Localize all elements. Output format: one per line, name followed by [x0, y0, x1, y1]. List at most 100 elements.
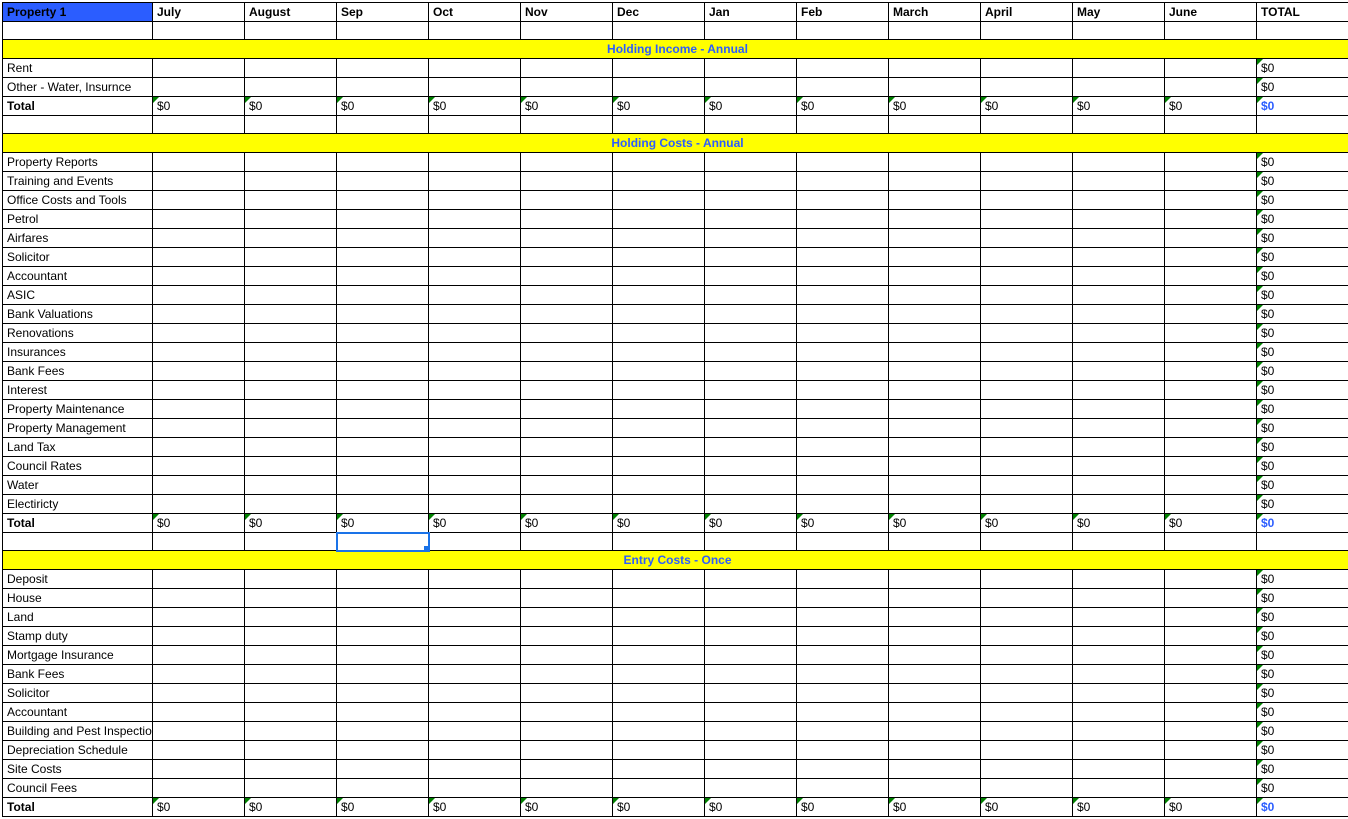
total-month-4[interactable]: $0 — [521, 798, 613, 817]
row-label[interactable]: Rent — [3, 59, 153, 78]
cell[interactable] — [889, 589, 981, 608]
cell[interactable] — [1073, 267, 1165, 286]
cell[interactable] — [889, 400, 981, 419]
cell[interactable] — [613, 495, 705, 514]
cell[interactable] — [797, 191, 889, 210]
cell[interactable] — [337, 589, 429, 608]
cell[interactable] — [1073, 703, 1165, 722]
cell[interactable] — [1165, 210, 1257, 229]
cell[interactable] — [889, 191, 981, 210]
cell[interactable] — [981, 400, 1073, 419]
cell[interactable] — [797, 684, 889, 703]
total-grand[interactable]: $0 — [1257, 97, 1348, 116]
cell[interactable] — [1165, 476, 1257, 495]
total-month-2[interactable]: $0 — [337, 798, 429, 817]
total-month-7[interactable]: $0 — [797, 798, 889, 817]
cell[interactable] — [981, 457, 1073, 476]
row-label[interactable]: ASIC — [3, 286, 153, 305]
cell[interactable] — [797, 741, 889, 760]
cell[interactable] — [521, 722, 613, 741]
cell[interactable] — [337, 495, 429, 514]
cell[interactable] — [981, 343, 1073, 362]
row-total[interactable]: $0 — [1257, 210, 1348, 229]
cell[interactable] — [705, 665, 797, 684]
cell[interactable] — [797, 476, 889, 495]
cell[interactable] — [521, 741, 613, 760]
cell[interactable] — [981, 210, 1073, 229]
row-total[interactable]: $0 — [1257, 78, 1348, 97]
cell[interactable] — [889, 116, 981, 134]
cell[interactable] — [981, 229, 1073, 248]
cell[interactable] — [797, 665, 889, 684]
cell[interactable] — [981, 684, 1073, 703]
cell[interactable] — [337, 476, 429, 495]
cell[interactable] — [797, 116, 889, 134]
cell[interactable] — [889, 286, 981, 305]
cell[interactable] — [153, 400, 245, 419]
cell[interactable] — [889, 172, 981, 191]
cell[interactable] — [889, 419, 981, 438]
cell[interactable] — [429, 343, 521, 362]
cell[interactable] — [429, 362, 521, 381]
cell[interactable] — [245, 362, 337, 381]
cell[interactable] — [337, 59, 429, 78]
total-month-9[interactable]: $0 — [981, 798, 1073, 817]
total-month-5[interactable]: $0 — [613, 97, 705, 116]
cell[interactable] — [1165, 22, 1257, 40]
cell[interactable] — [981, 627, 1073, 646]
cell[interactable] — [1165, 760, 1257, 779]
cell[interactable] — [889, 59, 981, 78]
row-label[interactable]: Land Tax — [3, 438, 153, 457]
row-total[interactable]: $0 — [1257, 627, 1348, 646]
row-label[interactable]: Petrol — [3, 210, 153, 229]
cell[interactable] — [245, 665, 337, 684]
cell[interactable] — [521, 476, 613, 495]
cell[interactable] — [1165, 286, 1257, 305]
cell[interactable] — [981, 419, 1073, 438]
cell[interactable] — [245, 703, 337, 722]
cell[interactable] — [705, 324, 797, 343]
cell[interactable] — [1165, 457, 1257, 476]
cell[interactable] — [245, 589, 337, 608]
cell[interactable] — [705, 495, 797, 514]
cell[interactable] — [613, 59, 705, 78]
cell[interactable] — [705, 703, 797, 722]
cell[interactable] — [153, 495, 245, 514]
cell[interactable] — [245, 286, 337, 305]
row-label[interactable]: Land — [3, 608, 153, 627]
cell[interactable] — [429, 153, 521, 172]
cell[interactable] — [429, 22, 521, 40]
cell[interactable] — [429, 570, 521, 589]
cell[interactable] — [797, 324, 889, 343]
cell[interactable] — [153, 457, 245, 476]
cell[interactable] — [1073, 627, 1165, 646]
cell[interactable] — [797, 153, 889, 172]
row-label[interactable]: Bank Fees — [3, 362, 153, 381]
cell[interactable] — [613, 608, 705, 627]
row-total[interactable]: $0 — [1257, 760, 1348, 779]
total-month-8[interactable]: $0 — [889, 798, 981, 817]
cell[interactable] — [1165, 172, 1257, 191]
cell[interactable] — [1073, 59, 1165, 78]
cell[interactable] — [245, 476, 337, 495]
cell[interactable] — [429, 116, 521, 134]
header-month-10[interactable]: May — [1073, 3, 1165, 22]
cell[interactable] — [797, 589, 889, 608]
cell[interactable] — [521, 78, 613, 97]
cell[interactable] — [705, 779, 797, 798]
cell[interactable] — [705, 59, 797, 78]
cell[interactable] — [797, 381, 889, 400]
cell[interactable] — [245, 419, 337, 438]
cell[interactable] — [613, 116, 705, 134]
cell[interactable] — [981, 646, 1073, 665]
cell[interactable] — [1165, 608, 1257, 627]
cell[interactable] — [797, 646, 889, 665]
cell[interactable] — [1165, 646, 1257, 665]
row-label[interactable]: Deposit — [3, 570, 153, 589]
total-month-3[interactable]: $0 — [429, 514, 521, 533]
row-total[interactable]: $0 — [1257, 153, 1348, 172]
total-month-11[interactable]: $0 — [1165, 798, 1257, 817]
cell[interactable] — [981, 760, 1073, 779]
cell[interactable] — [981, 665, 1073, 684]
cell[interactable] — [337, 267, 429, 286]
